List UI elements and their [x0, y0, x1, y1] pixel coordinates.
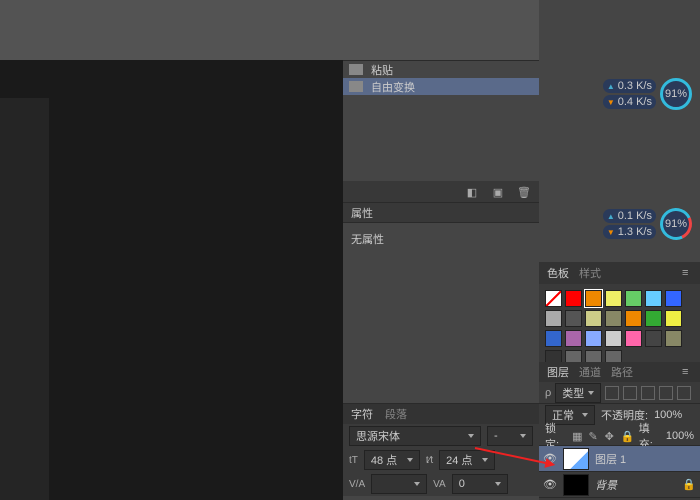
canvas-content: [0, 98, 49, 500]
history-footer: ◧ ▣ 🗑: [343, 181, 539, 203]
filter-type-icon[interactable]: [641, 386, 655, 400]
tab-layers[interactable]: 图层: [547, 364, 569, 380]
kerning-icon: V/A: [349, 479, 365, 490]
layer-row[interactable]: 👁 图层 1: [539, 446, 700, 472]
swatch[interactable]: [565, 290, 582, 307]
leading-icon: t⁄t: [426, 455, 433, 466]
swatch[interactable]: [585, 290, 602, 307]
lock-all-icon[interactable]: 🔒: [621, 430, 633, 442]
layer-name[interactable]: 背景: [595, 477, 617, 493]
swatch[interactable]: [625, 310, 642, 327]
art-history-icon[interactable]: ◧: [465, 186, 479, 198]
swatch[interactable]: [645, 290, 662, 307]
filter-smart-icon[interactable]: [677, 386, 691, 400]
swatch[interactable]: [665, 330, 682, 347]
swatch[interactable]: [645, 330, 662, 347]
lock-position-icon[interactable]: ✥: [605, 430, 615, 442]
swatch[interactable]: [665, 290, 682, 307]
history-item-transform[interactable]: 自由变换: [343, 78, 539, 95]
network-widget-1: ▲0.3 K/s ▼0.4 K/s 91%: [603, 78, 692, 110]
tab-swatches[interactable]: 色板: [547, 265, 569, 281]
kerning-dropdown[interactable]: [371, 474, 427, 494]
history-label: 自由变换: [371, 79, 415, 95]
panel-menu-icon[interactable]: [682, 366, 694, 378]
panel-menu-icon[interactable]: [682, 267, 694, 279]
chevron-down-icon: [414, 482, 420, 486]
usage-ring: 91%: [660, 78, 692, 110]
upload-icon: ▲: [607, 212, 615, 221]
swatch-grid: [539, 284, 700, 373]
canvas-area[interactable]: [0, 60, 343, 500]
tracking-icon: VA: [433, 479, 446, 490]
swatch[interactable]: [545, 310, 562, 327]
history-item-paste[interactable]: 粘贴: [343, 61, 539, 78]
camera-icon[interactable]: ▣: [491, 186, 505, 198]
properties-body: 无属性: [343, 223, 539, 403]
swatch[interactable]: [625, 290, 642, 307]
layer-thumbnail[interactable]: [563, 448, 589, 470]
middle-column: 粘贴 自由变换 ◧ ▣ 🗑 属性 无属性 字符 段落 思源宋体: [343, 60, 539, 500]
chevron-down-icon: [588, 391, 594, 395]
download-icon: ▼: [607, 228, 615, 237]
layer-kind-dropdown[interactable]: 类型: [555, 383, 601, 403]
swatch[interactable]: [545, 330, 562, 347]
chevron-down-icon: [495, 482, 501, 486]
tab-styles[interactable]: 样式: [579, 265, 601, 281]
properties-panel: 属性 无属性: [343, 202, 539, 403]
history-panel: 粘贴 自由变换 ◧ ▣ 🗑: [343, 60, 539, 202]
swatch[interactable]: [665, 310, 682, 327]
tracking-dropdown[interactable]: 0: [452, 474, 508, 494]
folder-icon: [349, 81, 363, 92]
chevron-down-icon: [520, 434, 526, 438]
lock-icon: 🔒: [682, 478, 696, 491]
network-widget-2: ▲0.1 K/s ▼1.3 K/s 91%: [603, 208, 692, 240]
swatch[interactable]: [605, 310, 622, 327]
layers-panel: 图层 通道 路径 ρ 类型 正常 不透明度: 100% 锁定:: [539, 362, 700, 500]
properties-tab[interactable]: 属性: [343, 203, 539, 223]
character-panel: 字符 段落 思源宋体 - tT 48 点 t⁄t 24 点 V/A: [343, 403, 539, 496]
trash-icon[interactable]: 🗑: [517, 186, 531, 198]
character-tabs: 字符 段落: [343, 404, 539, 424]
swatch[interactable]: [565, 330, 582, 347]
swatch[interactable]: [605, 290, 622, 307]
size-icon: tT: [349, 455, 358, 466]
folder-icon: [349, 64, 363, 75]
layer-row[interactable]: 👁 背景 🔒: [539, 472, 700, 498]
upload-icon: ▲: [607, 82, 615, 91]
chevron-down-icon: [482, 458, 488, 462]
right-column: ▲0.3 K/s ▼0.4 K/s 91% ▲0.1 K/s ▼1.3 K/s …: [539, 0, 700, 500]
swatch[interactable]: [565, 310, 582, 327]
filter-pixel-icon[interactable]: [605, 386, 619, 400]
filter-shape-icon[interactable]: [659, 386, 673, 400]
tab-character[interactable]: 字符: [351, 406, 373, 422]
chevron-down-icon: [582, 413, 588, 417]
font-family-dropdown[interactable]: 思源宋体: [349, 426, 481, 446]
font-size-dropdown[interactable]: 48 点: [364, 450, 420, 470]
fill-value[interactable]: 100%: [666, 430, 694, 442]
font-style-dropdown[interactable]: -: [487, 426, 533, 446]
swatch[interactable]: [585, 310, 602, 327]
chevron-down-icon: [407, 458, 413, 462]
swatch[interactable]: [645, 310, 662, 327]
history-label: 粘贴: [371, 62, 393, 78]
download-icon: ▼: [607, 98, 615, 107]
tab-paragraph[interactable]: 段落: [385, 406, 407, 422]
swatch[interactable]: [545, 290, 562, 307]
visibility-icon[interactable]: 👁: [543, 478, 557, 491]
leading-dropdown[interactable]: 24 点: [439, 450, 495, 470]
swatch[interactable]: [585, 330, 602, 347]
swatch[interactable]: [625, 330, 642, 347]
filter-adjust-icon[interactable]: [623, 386, 637, 400]
tab-channels[interactable]: 通道: [579, 364, 601, 380]
usage-ring: 91%: [655, 203, 696, 244]
lock-transparent-icon[interactable]: ▦: [572, 430, 582, 442]
tab-paths[interactable]: 路径: [611, 364, 633, 380]
layer-thumbnail[interactable]: [563, 474, 589, 496]
swatch[interactable]: [605, 330, 622, 347]
chevron-down-icon: [468, 434, 474, 438]
layer-name[interactable]: 图层 1: [595, 451, 626, 467]
lock-pixels-icon[interactable]: ✎: [589, 430, 599, 442]
